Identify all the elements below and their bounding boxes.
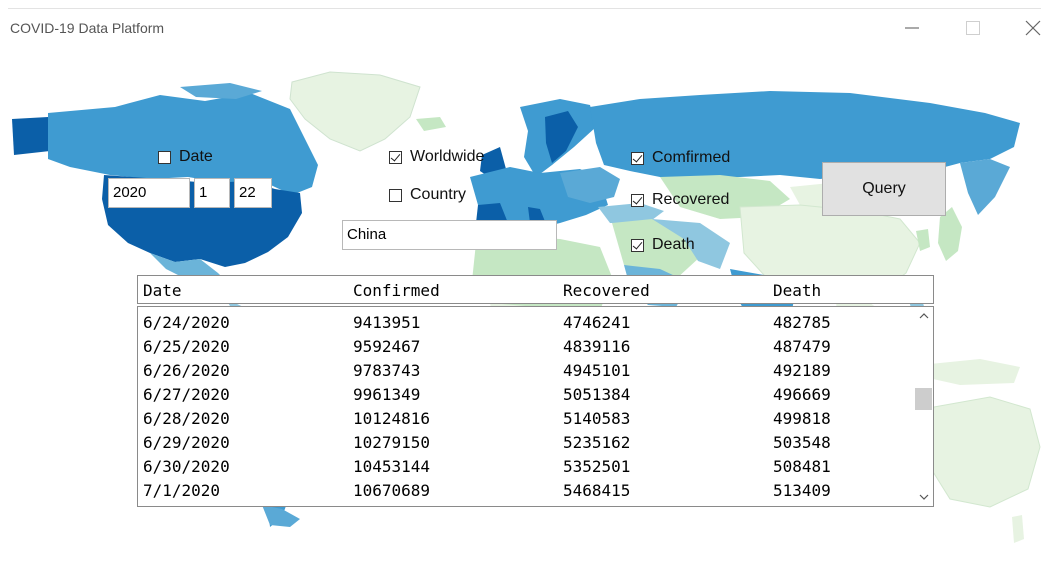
cell-death: 499818 bbox=[773, 409, 831, 428]
table-row[interactable]: 6/30/2020 10453144 5352501 508481 bbox=[138, 454, 908, 478]
map-alaska bbox=[12, 117, 50, 155]
cell-confirmed: 10279150 bbox=[353, 433, 431, 452]
chevron-up-icon bbox=[919, 313, 928, 319]
data-listbox[interactable]: 6/24/2020 9413951 4746241 482785 6/25/20… bbox=[137, 306, 934, 507]
cell-death: 482785 bbox=[773, 313, 831, 332]
cell-recovered: 5140583 bbox=[563, 409, 631, 428]
map-greenland bbox=[289, 71, 421, 152]
recovered-checkbox-label: Recovered bbox=[652, 191, 730, 208]
recovered-checkbox-box[interactable] bbox=[631, 193, 644, 207]
cell-recovered: 5051384 bbox=[563, 385, 631, 404]
cell-confirmed: 9413951 bbox=[353, 313, 421, 332]
cell-date: 7/1/2020 bbox=[143, 481, 221, 500]
query-button[interactable]: Query bbox=[822, 162, 946, 216]
table-row[interactable]: 6/28/2020 10124816 5140583 499818 bbox=[138, 406, 908, 430]
cell-recovered: 4746241 bbox=[563, 313, 631, 332]
cell-confirmed: 10670689 bbox=[353, 481, 431, 500]
confirmed-checkbox[interactable]: Comfirmed bbox=[631, 149, 730, 167]
country-checkbox[interactable]: Country bbox=[389, 186, 466, 204]
table-row[interactable]: 6/29/2020 10279150 5235162 503548 bbox=[138, 430, 908, 454]
cell-date: 6/28/2020 bbox=[143, 409, 230, 428]
cell-date: 6/26/2020 bbox=[143, 361, 230, 380]
cell-recovered: 5352501 bbox=[563, 457, 631, 476]
date-checkbox-label: Date bbox=[179, 148, 213, 165]
cell-date: 6/29/2020 bbox=[143, 433, 230, 452]
maximize-button[interactable] bbox=[958, 15, 988, 41]
worldwide-checkbox-box[interactable] bbox=[389, 150, 402, 164]
death-checkbox[interactable]: Death bbox=[631, 236, 695, 254]
date-checkbox[interactable]: Date bbox=[158, 148, 213, 166]
country-input[interactable]: China bbox=[342, 220, 557, 250]
year-input[interactable]: 2020 bbox=[108, 178, 190, 208]
scroll-down-button[interactable] bbox=[914, 488, 933, 506]
cell-recovered: 5468415 bbox=[563, 481, 631, 500]
vertical-scrollbar[interactable] bbox=[914, 307, 933, 506]
scroll-up-button[interactable] bbox=[914, 307, 933, 325]
cell-confirmed: 10453144 bbox=[353, 457, 431, 476]
cell-recovered: 4945101 bbox=[563, 361, 631, 380]
scrollbar-thumb[interactable] bbox=[915, 388, 932, 411]
cell-death: 487479 bbox=[773, 337, 831, 356]
app-window: COVID-19 Data Platform Date 2020 1 22 Wo… bbox=[0, 0, 1049, 588]
confirmed-checkbox-box[interactable] bbox=[631, 151, 644, 165]
cell-recovered: 5235162 bbox=[563, 433, 631, 452]
cell-confirmed: 9592467 bbox=[353, 337, 421, 356]
cell-confirmed: 9961349 bbox=[353, 385, 421, 404]
column-header-date[interactable]: Date bbox=[143, 281, 182, 300]
cell-death: 496669 bbox=[773, 385, 831, 404]
close-button[interactable] bbox=[1018, 15, 1048, 41]
column-header-death[interactable]: Death bbox=[773, 281, 821, 300]
cell-death: 503548 bbox=[773, 433, 831, 452]
cell-date: 6/27/2020 bbox=[143, 385, 230, 404]
cell-date: 6/25/2020 bbox=[143, 337, 230, 356]
map-indonesia bbox=[920, 359, 1020, 385]
map-new-zealand bbox=[1012, 515, 1024, 543]
window-title: COVID-19 Data Platform bbox=[10, 20, 165, 36]
table-row[interactable]: 6/25/2020 9592467 4839116 487479 bbox=[138, 334, 908, 358]
country-checkbox-label: Country bbox=[410, 186, 467, 203]
cell-confirmed: 9783743 bbox=[353, 361, 421, 380]
cell-death: 492189 bbox=[773, 361, 831, 380]
map-russia-east bbox=[960, 159, 1010, 215]
death-checkbox-box[interactable] bbox=[631, 238, 644, 252]
table-row[interactable]: 6/24/2020 9413951 4746241 482785 bbox=[138, 310, 908, 334]
chevron-down-icon bbox=[919, 494, 928, 500]
cell-death: 508481 bbox=[773, 457, 831, 476]
minimize-button[interactable] bbox=[897, 15, 927, 41]
column-header-confirmed[interactable]: Confirmed bbox=[353, 281, 440, 300]
worldwide-checkbox[interactable]: Worldwide bbox=[389, 148, 484, 166]
confirmed-checkbox-label: Comfirmed bbox=[652, 149, 731, 166]
table-row[interactable]: 6/27/2020 9961349 5051384 496669 bbox=[138, 382, 908, 406]
close-icon bbox=[1025, 20, 1041, 36]
cell-recovered: 4839116 bbox=[563, 337, 631, 356]
column-header-recovered[interactable]: Recovered bbox=[563, 281, 650, 300]
day-input[interactable]: 22 bbox=[234, 178, 272, 208]
month-input[interactable]: 1 bbox=[194, 178, 230, 208]
worldwide-checkbox-label: Worldwide bbox=[410, 148, 485, 165]
recovered-checkbox[interactable]: Recovered bbox=[631, 191, 729, 209]
table-row[interactable]: 6/26/2020 9783743 4945101 492189 bbox=[138, 358, 908, 382]
map-australia bbox=[925, 396, 1041, 508]
maximize-icon bbox=[966, 21, 980, 35]
death-checkbox-label: Death bbox=[652, 236, 695, 253]
cell-date: 6/30/2020 bbox=[143, 457, 230, 476]
map-iceland bbox=[416, 117, 446, 131]
title-bar: COVID-19 Data Platform bbox=[0, 9, 1049, 47]
cell-death: 513409 bbox=[773, 481, 831, 500]
cell-date: 6/24/2020 bbox=[143, 313, 230, 332]
cell-confirmed: 10124816 bbox=[353, 409, 431, 428]
minimize-icon bbox=[905, 27, 919, 29]
table-header: Date Confirmed Recovered Death bbox=[137, 275, 934, 304]
date-checkbox-box[interactable] bbox=[158, 150, 171, 164]
table-row[interactable]: 7/1/2020 10670689 5468415 513409 bbox=[138, 478, 908, 502]
country-checkbox-box[interactable] bbox=[389, 188, 402, 202]
